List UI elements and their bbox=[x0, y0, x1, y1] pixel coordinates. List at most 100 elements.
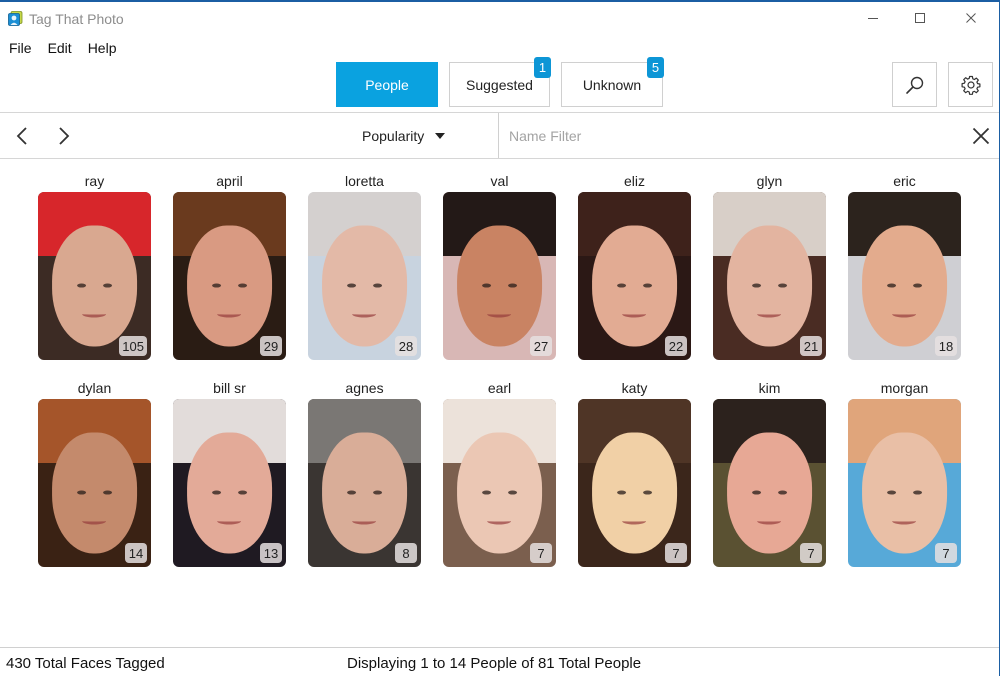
person-face-thumbnail[interactable]: 14 bbox=[38, 399, 151, 567]
person-face-thumbnail[interactable]: 28 bbox=[308, 192, 421, 360]
person-card[interactable]: dylan 14 bbox=[38, 379, 151, 567]
face-shape bbox=[321, 432, 408, 554]
sort-dropdown[interactable]: Popularity bbox=[362, 125, 446, 147]
person-name: val bbox=[490, 173, 509, 189]
chevron-left-icon bbox=[16, 127, 27, 145]
sort-label: Popularity bbox=[362, 128, 425, 144]
person-card[interactable]: agnes 8 bbox=[308, 379, 421, 567]
person-name: loretta bbox=[345, 173, 384, 189]
person-face-thumbnail[interactable]: 7 bbox=[443, 399, 556, 567]
person-face-thumbnail[interactable]: 7 bbox=[578, 399, 691, 567]
person-face-thumbnail[interactable]: 29 bbox=[173, 192, 286, 360]
faces-tagged-count: 430 Total Faces Tagged bbox=[6, 655, 165, 672]
mouth-shape bbox=[82, 310, 107, 318]
minimize-icon bbox=[868, 18, 878, 19]
person-name: glyn bbox=[756, 173, 783, 189]
person-card[interactable]: eliz 22 bbox=[578, 172, 691, 360]
face-shape bbox=[726, 225, 813, 347]
tab-unknown[interactable]: Unknown 5 bbox=[561, 57, 664, 107]
tab-people[interactable]: People bbox=[336, 62, 438, 107]
name-filter-box bbox=[498, 113, 999, 158]
chevron-right-icon bbox=[59, 127, 70, 145]
maximize-icon bbox=[915, 13, 925, 23]
eyes-shape bbox=[887, 490, 922, 496]
person-card[interactable]: kim 7 bbox=[713, 379, 826, 567]
minimize-button[interactable] bbox=[848, 2, 898, 34]
menu-file[interactable]: File bbox=[0, 38, 40, 58]
face-shape bbox=[861, 225, 948, 347]
person-face-thumbnail[interactable]: 18 bbox=[848, 192, 961, 360]
person-card[interactable]: katy 7 bbox=[578, 379, 691, 567]
face-shape bbox=[186, 225, 273, 347]
eyes-shape bbox=[617, 283, 652, 289]
previous-page-button[interactable] bbox=[9, 123, 35, 149]
person-card[interactable]: glyn 21 bbox=[713, 172, 826, 360]
face-count-badge: 21 bbox=[800, 336, 822, 356]
mouth-shape bbox=[352, 310, 377, 318]
person-name: eric bbox=[893, 173, 916, 189]
person-card[interactable]: loretta 28 bbox=[308, 172, 421, 360]
face-shape bbox=[591, 432, 678, 554]
app-window: Tag That Photo File Edit Help People Sug… bbox=[0, 0, 1000, 676]
mouth-shape bbox=[217, 310, 242, 318]
settings-button[interactable] bbox=[948, 62, 993, 107]
face-count-badge: 105 bbox=[119, 336, 147, 356]
tab-suggested[interactable]: Suggested 1 bbox=[449, 57, 551, 107]
person-card[interactable]: val 27 bbox=[443, 172, 556, 360]
person-card[interactable]: april 29 bbox=[173, 172, 286, 360]
gear-icon bbox=[961, 75, 980, 95]
person-face-thumbnail[interactable]: 8 bbox=[308, 399, 421, 567]
person-name: kim bbox=[758, 380, 781, 396]
mouth-shape bbox=[487, 310, 512, 318]
menu-help[interactable]: Help bbox=[80, 38, 125, 58]
person-face-thumbnail[interactable]: 22 bbox=[578, 192, 691, 360]
mouth-shape bbox=[757, 517, 782, 525]
person-card[interactable]: ray 105 bbox=[38, 172, 151, 360]
person-card[interactable]: earl 7 bbox=[443, 379, 556, 567]
person-name: bill sr bbox=[213, 380, 246, 396]
person-face-thumbnail[interactable]: 7 bbox=[713, 399, 826, 567]
mouth-shape bbox=[757, 310, 782, 318]
person-card[interactable]: morgan 7 bbox=[848, 379, 961, 567]
eyes-shape bbox=[752, 490, 787, 496]
person-card[interactable]: bill sr 13 bbox=[173, 379, 286, 567]
face-shape bbox=[186, 432, 273, 554]
face-shape bbox=[51, 225, 138, 347]
face-count-badge: 28 bbox=[395, 336, 417, 356]
maximize-button[interactable] bbox=[895, 2, 945, 34]
eyes-shape bbox=[752, 283, 787, 289]
search-icon bbox=[905, 76, 923, 94]
eyes-shape bbox=[617, 490, 652, 496]
mouth-shape bbox=[892, 310, 917, 318]
person-face-thumbnail[interactable]: 13 bbox=[173, 399, 286, 567]
close-window-button[interactable] bbox=[946, 2, 996, 34]
face-count-badge: 7 bbox=[935, 543, 957, 563]
mouth-shape bbox=[82, 517, 107, 525]
face-count-badge: 7 bbox=[530, 543, 552, 563]
name-filter-input[interactable] bbox=[509, 125, 949, 147]
menu-edit[interactable]: Edit bbox=[40, 38, 80, 58]
tab-unknown-label: Unknown bbox=[582, 76, 642, 93]
face-count-badge: 7 bbox=[800, 543, 822, 563]
mouth-shape bbox=[217, 517, 242, 525]
eyes-shape bbox=[347, 283, 382, 289]
app-title: Tag That Photo bbox=[29, 11, 124, 27]
face-count-badge: 29 bbox=[260, 336, 282, 356]
person-face-thumbnail[interactable]: 7 bbox=[848, 399, 961, 567]
search-button[interactable] bbox=[892, 62, 937, 107]
person-face-thumbnail[interactable]: 21 bbox=[713, 192, 826, 360]
mouth-shape bbox=[892, 517, 917, 525]
tab-people-label: People bbox=[365, 76, 409, 93]
next-page-button[interactable] bbox=[51, 123, 77, 149]
person-face-thumbnail[interactable]: 27 bbox=[443, 192, 556, 360]
person-name: dylan bbox=[77, 380, 112, 396]
mouth-shape bbox=[352, 517, 377, 525]
tab-suggested-label: Suggested bbox=[466, 76, 533, 93]
face-shape bbox=[726, 432, 813, 554]
face-shape bbox=[861, 432, 948, 554]
person-face-thumbnail[interactable]: 105 bbox=[38, 192, 151, 360]
title-bar: Tag That Photo bbox=[0, 2, 999, 36]
clear-filter-button[interactable] bbox=[969, 124, 993, 148]
person-card[interactable]: eric 18 bbox=[848, 172, 961, 360]
mouth-shape bbox=[622, 310, 647, 318]
